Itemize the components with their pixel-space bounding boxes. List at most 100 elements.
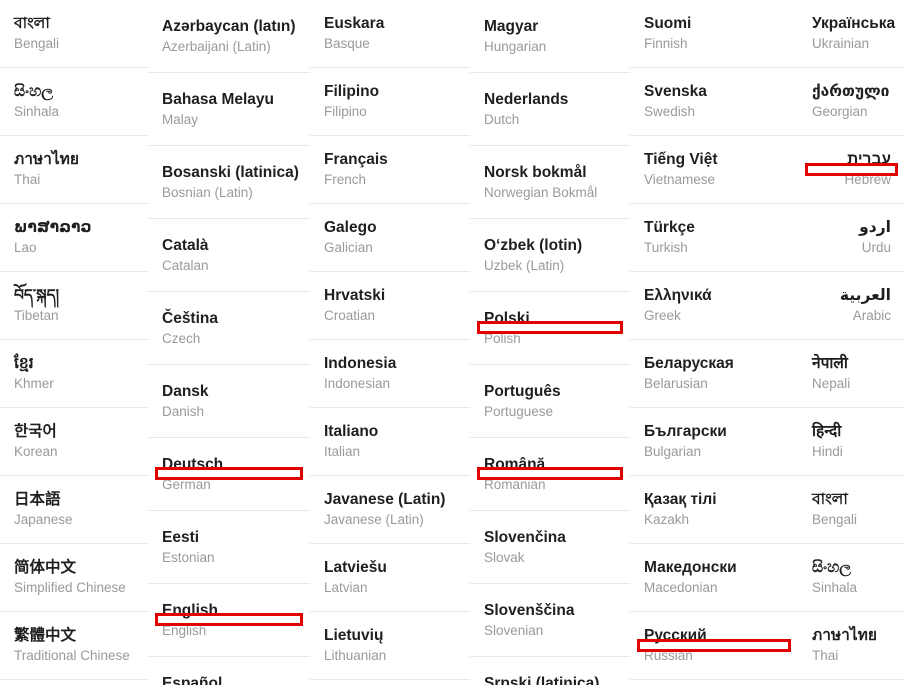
language-list-item[interactable]: Lietuvių Lithuanian [310,612,470,680]
language-english-name: Polish [484,330,521,346]
language-list-item[interactable]: Română Romanian [470,438,630,511]
language-english-name: Thai [812,648,839,664]
language-english-name: Korean [14,444,58,460]
language-native-name: ខ្មែរ [14,355,34,373]
language-list-item[interactable]: ภาษาไทย Thai [0,136,148,204]
language-native-name: Română [484,455,546,473]
language-list-item[interactable]: 简体中文 Simplified Chinese [0,544,148,612]
language-native-name: Polski [484,309,530,327]
language-list-item[interactable]: Italiano Italian [310,408,470,476]
language-list-item[interactable]: Svenska Swedish [630,68,798,136]
language-english-name: Czech [162,330,201,346]
language-list-item[interactable]: Polski Polish [470,292,630,365]
language-english-name: Traditional Chinese [14,648,130,664]
language-list-item[interactable]: Norsk bokmål Norwegian Bokmål [470,146,630,219]
language-list-item[interactable]: Русский Russian [630,612,798,680]
language-list-item[interactable]: Dansk Danish [148,365,310,438]
language-list-item[interactable]: ภาษาไทย Thai [798,612,905,680]
language-list-item[interactable]: Indonesia Indonesian [310,340,470,408]
language-list-item[interactable]: Deutsch German [148,438,310,511]
language-native-name: বাংলা [14,15,50,33]
language-list-item[interactable]: Magyar Hungarian [470,0,630,73]
language-list-item[interactable]: Português Portuguese [470,365,630,438]
language-list-item[interactable]: Slovenčina Slovak [470,511,630,584]
language-list-item[interactable]: Български Bulgarian [630,408,798,476]
language-native-name: Bosanski (latinica) [162,163,299,181]
language-list-item[interactable]: Oʻzbek (lotin) Uzbek (Latin) [470,219,630,292]
language-native-name: Javanese (Latin) [324,491,446,509]
language-english-name: Vietnamese [644,172,716,188]
language-native-name: 繁體中文 [14,627,77,645]
language-list-item[interactable]: বাংলা Bengali [0,0,148,68]
language-list-item[interactable]: Türkçe Turkish [630,204,798,272]
language-native-name: Español [162,674,223,685]
language-english-name: Dutch [484,111,520,127]
language-native-name: Bahasa Melayu [162,90,274,108]
language-list-item[interactable]: Euskara Basque [310,0,470,68]
language-english-name: Sinhala [812,580,858,596]
language-list-item[interactable]: Eesti Estonian [148,511,310,584]
language-list-item[interactable]: עברית Hebrew [798,136,905,204]
language-list-item[interactable]: Hrvatski Croatian [310,272,470,340]
language-list-item[interactable]: Македонски Macedonian [630,544,798,612]
language-list-item[interactable]: Azərbaycan (latın) Azerbaijani (Latin) [148,0,310,73]
language-list-item[interactable]: Català Catalan [148,219,310,292]
language-native-name: বাংলা [812,491,848,509]
language-native-name: Dansk [162,382,209,400]
language-list-item[interactable]: EspañolSpanish [148,657,310,685]
language-list-item[interactable]: Беларуская Belarusian [630,340,798,408]
language-list-item[interactable]: Suomi Finnish [630,0,798,68]
language-list-item[interactable]: 繁體中文 Traditional Chinese [0,612,148,680]
language-list-item[interactable]: Қазақ тілі Kazakh [630,476,798,544]
language-english-name: Khmer [14,376,54,392]
language-native-name: Lietuvių [324,627,384,645]
language-list-item[interactable]: Slovenščina Slovenian [470,584,630,657]
language-native-name: Türkçe [644,219,695,237]
language-english-name: Bengali [812,512,858,528]
language-list-item[interactable]: العربية Arabic [798,272,905,340]
language-english-name: Portuguese [484,403,554,419]
language-list-item[interactable]: ქართული Georgian [798,68,905,136]
language-list-item[interactable]: Latviešu Latvian [310,544,470,612]
language-native-name: Latviešu [324,559,387,577]
language-native-name: Slovenčina [484,528,566,546]
language-list-item[interactable]: 한국어 Korean [0,408,148,476]
language-list-item[interactable]: Ελληνικά Greek [630,272,798,340]
language-column: বাংলা Bengali සිංහල Sinhala ภาษาไทย Thai ພາສາລ… [0,0,148,685]
language-column: Magyar Hungarian Nederlands Dutch Norsk bokm… [470,0,630,685]
language-native-name: Македонски [644,559,737,577]
language-list-item[interactable]: Javanese (Latin) Javanese (Latin) [310,476,470,544]
language-list-item[interactable]: ខ្មែរ Khmer [0,340,148,408]
language-list-item[interactable]: Français French [310,136,470,204]
language-list-item[interactable]: ພາສາລາວ Lao [0,204,148,272]
language-native-name: Filipino [324,83,380,101]
language-list-item[interactable]: Bosanski (latinica) Bosnian (Latin) [148,146,310,219]
language-list-item[interactable]: Čeština Czech [148,292,310,365]
language-english-name: Catalan [162,257,209,273]
language-list-item[interactable]: Galego Galician [310,204,470,272]
language-list-item[interactable]: සිංහල Sinhala [798,544,905,612]
language-list-item[interactable]: Tiếng Việt Vietnamese [630,136,798,204]
language-list-item[interactable]: English English [148,584,310,657]
language-english-name: Sinhala [14,104,60,120]
language-list-item[interactable]: Українська Ukrainian [798,0,905,68]
language-list-item[interactable]: සිංහල Sinhala [0,68,148,136]
language-list-item[interactable]: བོད་སྐད། Tibetan [0,272,148,340]
language-column: Suomi Finnish Svenska Swedish Tiếng Việt Viet… [630,0,798,685]
language-native-name: Magyar [484,17,539,35]
language-list-item[interactable]: Srpski (latinica)Serbian (Latin) [470,657,630,685]
language-list-item[interactable]: Filipino Filipino [310,68,470,136]
language-list-item[interactable]: 日本語 Japanese [0,476,148,544]
language-list-item[interactable]: Nederlands Dutch [470,73,630,146]
language-list-item[interactable]: اردو Urdu [798,204,905,272]
language-native-name: العربية [839,287,891,305]
language-list-item[interactable]: हिन्दी Hindi [798,408,905,476]
language-english-name: Hindi [812,444,843,460]
language-english-name: Azerbaijani (Latin) [162,38,271,54]
language-native-name: සිංහල [14,83,54,101]
language-native-name: Euskara [324,15,385,33]
language-list-item[interactable]: Bahasa Melayu Malay [148,73,310,146]
language-list-item[interactable]: नेपाली Nepali [798,340,905,408]
language-list-item[interactable]: বাংলা Bengali [798,476,905,544]
language-native-name: Català [162,236,209,254]
